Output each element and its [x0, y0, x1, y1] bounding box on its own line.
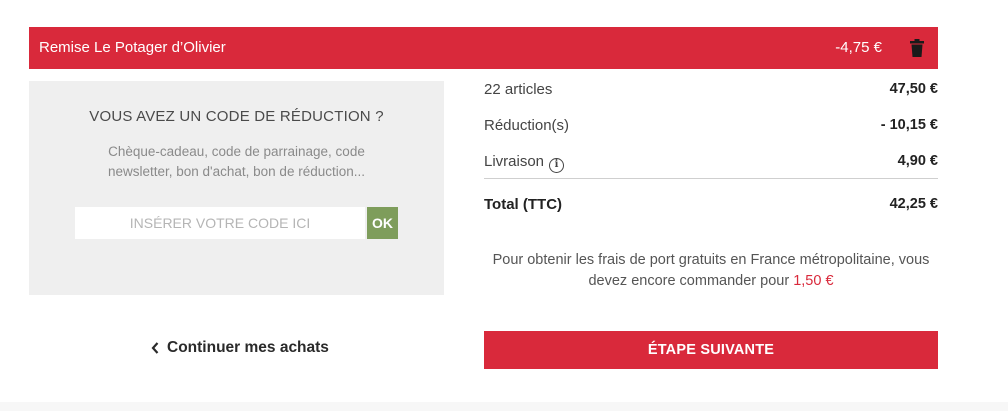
info-icon[interactable]: i [549, 158, 565, 173]
delivery-value: 4,90 € [897, 153, 938, 169]
coupon-code-input[interactable] [75, 207, 365, 239]
summary-divider [484, 178, 938, 179]
summary-row-total: Total (TTC) 42,25 € [484, 196, 938, 218]
articles-value: 47,50 € [889, 81, 938, 97]
discount-label: Remise Le Potager d’Olivier [39, 39, 226, 56]
discount-banner: Remise Le Potager d’Olivier -4,75 € [29, 27, 938, 69]
coupon-panel: VOUS AVEZ UN CODE DE RÉDUCTION ? Chèque-… [29, 81, 444, 295]
continue-shopping-label: Continuer mes achats [167, 339, 329, 356]
summary-row-delivery: Livraison i 4,90 € [484, 153, 938, 175]
free-shipping-remaining: 1,50 € [793, 273, 834, 289]
coupon-ok-button[interactable]: OK [367, 207, 398, 239]
next-step-button[interactable]: ÉTAPE SUIVANTE [484, 331, 938, 369]
total-label: Total (TTC) [484, 196, 563, 213]
reduction-label: Réduction(s) [484, 117, 570, 134]
total-value: 42,25 € [889, 196, 938, 212]
reduction-value: - 10,15 € [880, 117, 938, 133]
summary-row-articles: 22 articles 47,50 € [484, 81, 938, 103]
trash-icon[interactable] [910, 39, 924, 57]
coupon-subtitle: Chèque-cadeau, code de parrainage, code … [107, 144, 365, 179]
bottom-strip [0, 402, 1008, 411]
articles-label: 22 articles [484, 81, 553, 98]
free-shipping-note: Pour obtenir les frais de port gratuits … [484, 250, 938, 292]
continue-shopping-link[interactable]: Continuer mes achats [150, 339, 329, 357]
discount-amount: -4,75 € [835, 39, 882, 56]
summary-row-reduction: Réduction(s) - 10,15 € [484, 117, 938, 139]
free-shipping-text: Pour obtenir les frais de port gratuits … [492, 252, 930, 289]
chevron-left-icon [150, 341, 160, 355]
coupon-title: VOUS AVEZ UN CODE DE RÉDUCTION ? [89, 108, 384, 125]
delivery-label: Livraison [484, 153, 545, 170]
